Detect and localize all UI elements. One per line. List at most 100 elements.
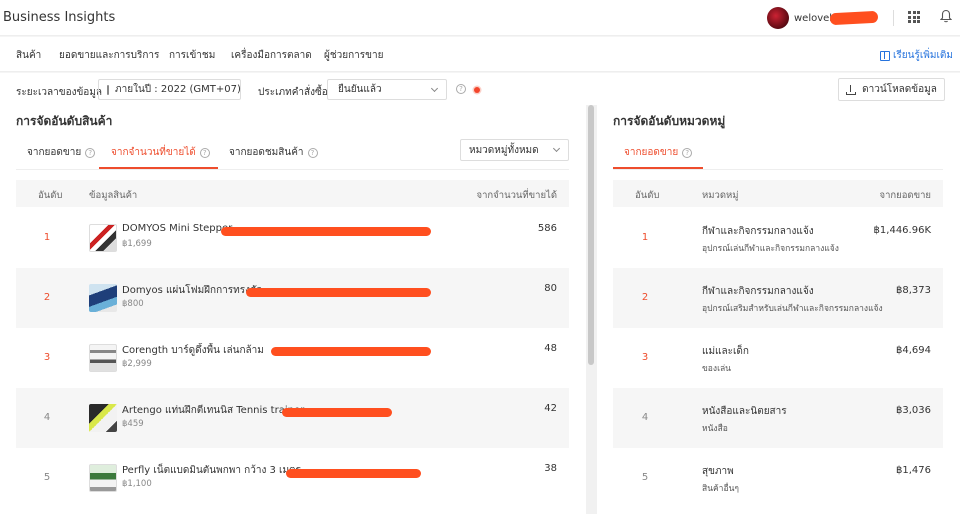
tab-by-sales[interactable]: จากยอดขาย ? (624, 145, 693, 160)
book-icon (880, 50, 890, 61)
nav-item-marketing[interactable]: เครื่องมือการตลาด (231, 48, 312, 63)
sales-value: ฿1,446.96K (873, 225, 931, 236)
order-type-select[interactable]: ยืนยันแล้ว (327, 79, 447, 100)
product-thumbnail[interactable] (89, 464, 117, 492)
help-icon: ? (307, 147, 318, 158)
filter-bar: ระยะเวลาของข้อมูล ภายในปี : 2022 (GMT+07… (0, 73, 960, 105)
learn-more-link[interactable]: เรียนรู้เพิ่มเติม (880, 48, 953, 63)
order-type-label: ประเภทคำสั่งซื้อ (258, 87, 328, 98)
units-sold: 586 (537, 223, 557, 234)
tab-label: จากยอดขาย (27, 147, 82, 158)
rank: 1 (43, 232, 51, 243)
units-sold: 42 (544, 403, 557, 414)
column-header-sales: จากยอดขาย (879, 190, 932, 201)
product-ranking-panel: การจัดอันดับสินค้า จากยอดขาย ? จากจำนวนท… (0, 105, 586, 514)
sales-value: ฿8,373 (896, 285, 931, 296)
category-name: กีฬาและกิจกรรมกลางแจ้ง (702, 286, 814, 297)
column-header-units[interactable]: จากจำนวนที่ขายได้ (477, 188, 557, 203)
nav-item-products[interactable]: สินค้า (16, 48, 41, 63)
bell-icon[interactable] (940, 9, 952, 23)
redaction-mark (271, 347, 431, 356)
learn-more-label: เรียนรู้เพิ่มเติม (893, 50, 953, 61)
column-header-rank: อันดับ (38, 190, 63, 201)
subcategory-name: ของเล่น (702, 364, 731, 374)
table-row[interactable]: 4 Artengo แท่นฝึกตีเทนนิส Tennis trainer… (16, 388, 569, 448)
tab-divider (613, 169, 943, 170)
subcategory-name: สินค้าอื่นๆ (702, 484, 739, 494)
product-thumbnail[interactable] (89, 224, 117, 252)
period-picker[interactable]: ภายในปี : 2022 (GMT+07) (98, 79, 241, 100)
product-thumbnail[interactable] (89, 284, 117, 312)
category-filter-value: หมวดหมู่ทั้งหมด (469, 144, 539, 156)
scrollbar[interactable] (586, 105, 597, 514)
rank: 2 (43, 292, 51, 303)
table-header: อันดับ ข้อมูลสินค้า จากจำนวนที่ขายได้ (16, 180, 569, 207)
table-row[interactable]: 2 กีฬาและกิจกรรมกลางแจ้ง อุปกรณ์เสริมสำห… (613, 268, 943, 328)
column-header-product: ข้อมูลสินค้า (89, 190, 138, 201)
sales-value: ฿4,694 (896, 345, 931, 356)
table-row[interactable]: 1 DOMYOS Mini Stepper ฿1,699 586 (16, 208, 569, 268)
subcategory-name: หนังสือ (702, 424, 728, 434)
download-button[interactable]: ดาวน์โหลดข้อมูล (838, 78, 945, 101)
download-icon (846, 84, 857, 95)
period-label: ระยะเวลาของข้อมูล (16, 87, 103, 98)
rank: 2 (641, 292, 649, 303)
category-name: สุขภาพ (702, 466, 734, 477)
table-row[interactable]: 4 หนังสือและนิตยสาร หนังสือ ฿3,036 (613, 388, 943, 448)
table-header: อันดับ หมวดหมู่ จากยอดขาย (613, 180, 943, 207)
period-value: ภายในปี : 2022 (GMT+07) (115, 84, 241, 95)
tab-by-sales[interactable]: จากยอดขาย ? (27, 145, 96, 160)
scrollbar-thumb[interactable] (588, 105, 594, 365)
rank: 4 (43, 412, 51, 423)
product-price: ฿1,699 (122, 239, 152, 249)
units-sold: 80 (544, 283, 557, 294)
order-type-value: ยืนยันแล้ว (338, 84, 382, 95)
nav-item-sales-assistant[interactable]: ผู้ช่วยการขาย (324, 48, 383, 63)
rank: 5 (43, 472, 51, 483)
table-row[interactable]: 5 สุขภาพ สินค้าอื่นๆ ฿1,476 (613, 448, 943, 508)
table-row[interactable]: 5 Perfly เน็ตแบดมินตันพกพา กว้าง 3 เมตร … (16, 448, 569, 508)
product-price: ฿2,999 (122, 359, 152, 369)
tab-by-units-sold[interactable]: จากจำนวนที่ขายได้ ? (111, 145, 210, 160)
tab-by-views[interactable]: จากยอดชมสินค้า ? (229, 145, 318, 160)
sales-value: ฿1,476 (896, 465, 931, 476)
main-nav: สินค้า ยอดขายและการบริการ การเข้าชม เครื… (0, 37, 960, 72)
product-thumbnail[interactable] (89, 404, 117, 432)
tab-divider (16, 169, 569, 170)
category-name: แม่และเด็ก (702, 346, 749, 357)
status-dot (474, 87, 480, 93)
column-header-rank: อันดับ (635, 190, 660, 201)
sales-value: ฿3,036 (896, 405, 931, 416)
rank: 3 (43, 352, 51, 363)
table-row[interactable]: 3 แม่และเด็ก ของเล่น ฿4,694 (613, 328, 943, 388)
user-menu[interactable]: welovel (767, 7, 879, 29)
column-header-category: หมวดหมู่ (702, 190, 739, 201)
username: welovel (794, 12, 833, 24)
table-row[interactable]: 2 Domyos แผ่นโฟมฝึกการทรงตัว ฿800 80 (16, 268, 569, 328)
active-tab-indicator (613, 167, 703, 169)
rank: 5 (641, 472, 649, 483)
help-icon: ? (85, 147, 96, 158)
rank: 3 (641, 352, 649, 363)
table-row[interactable]: 3 Corength บาร์ดูดึ้งพื้น เล่นกล้าม ฿2,9… (16, 328, 569, 388)
nav-item-traffic[interactable]: การเข้าชม (169, 48, 215, 63)
avatar[interactable] (767, 7, 789, 29)
category-ranking-title: การจัดอันดับหมวดหมู่ (613, 114, 726, 128)
product-ranking-title: การจัดอันดับสินค้า (16, 114, 113, 128)
product-price: ฿1,100 (122, 479, 152, 489)
help-icon[interactable]: ? (456, 84, 466, 94)
top-bar: Business Insights welovel (0, 0, 960, 36)
redaction-mark (246, 288, 431, 297)
active-tab-indicator (99, 167, 218, 169)
product-thumbnail[interactable] (89, 344, 117, 372)
divider (893, 10, 894, 26)
nav-item-sales-service[interactable]: ยอดขายและการบริการ (59, 48, 159, 63)
redaction-mark (829, 10, 879, 26)
tab-label: จากยอดขาย (624, 147, 679, 158)
category-filter-select[interactable]: หมวดหมู่ทั้งหมด (460, 139, 569, 161)
apps-grid-icon[interactable] (908, 11, 920, 23)
chevron-down-icon (552, 144, 561, 153)
help-icon: ? (199, 147, 210, 158)
table-row[interactable]: 1 กีฬาและกิจกรรมกลางแจ้ง อุปกรณ์เล่นกีฬา… (613, 208, 943, 268)
chevron-down-icon (430, 84, 439, 93)
